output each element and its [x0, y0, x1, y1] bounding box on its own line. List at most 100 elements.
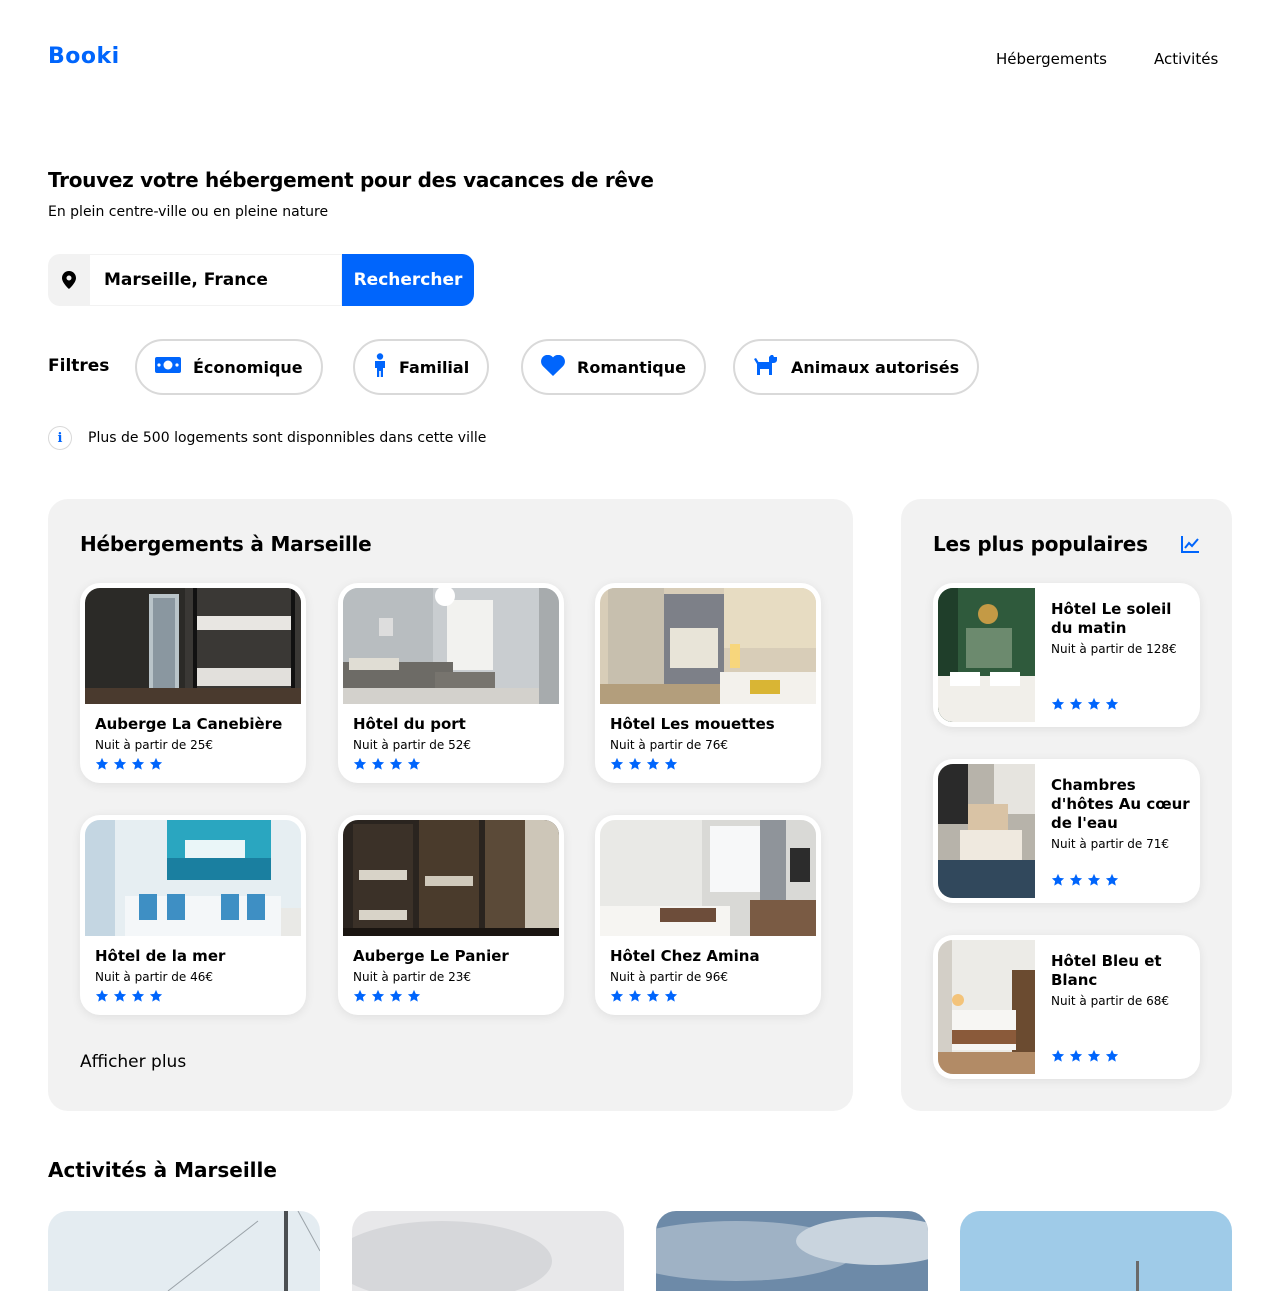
rating-stars — [353, 988, 559, 1007]
star-icon — [628, 988, 642, 1007]
rating-stars — [95, 988, 301, 1007]
search-input[interactable]: Marseille, France — [90, 254, 342, 306]
rating-stars — [353, 756, 559, 775]
trend-chart-icon — [1181, 535, 1200, 557]
popular-price: Nuit à partir de 71€ — [1051, 837, 1170, 851]
rating-stars — [1051, 872, 1119, 891]
filter-label: Familial — [399, 357, 470, 377]
lodging-card[interactable]: Hôtel Chez Amina Nuit à partir de 96€ — [595, 815, 821, 1015]
star-icon — [664, 756, 678, 775]
popular-card[interactable]: Chambres d'hôtes Au cœur de l'eau Nuit à… — [933, 759, 1200, 903]
lodging-card[interactable]: Auberge La Canebière Nuit à partir de 25… — [80, 583, 306, 783]
star-icon — [371, 988, 385, 1007]
star-icon — [1051, 872, 1065, 891]
activity-card[interactable] — [656, 1211, 928, 1291]
star-icon — [1087, 872, 1101, 891]
star-icon — [95, 756, 109, 775]
star-icon — [1105, 1048, 1119, 1067]
search-bar: Marseille, France Rechercher — [48, 254, 474, 306]
star-icon — [610, 756, 624, 775]
filter-economique[interactable]: Économique — [135, 339, 323, 395]
popular-title: Les plus populaires — [933, 532, 1148, 556]
filters-label: Filtres — [48, 356, 110, 376]
lodging-photo — [85, 820, 301, 936]
filter-familial[interactable]: Familial — [353, 339, 490, 395]
info-text: Plus de 500 logements sont disponnibles … — [88, 430, 487, 446]
lodging-photo — [343, 588, 559, 704]
star-icon — [149, 988, 163, 1007]
star-icon — [131, 756, 145, 775]
nav-link-activites[interactable]: Activités — [1154, 50, 1218, 68]
star-icon — [353, 988, 367, 1007]
star-icon — [646, 756, 660, 775]
nav-link-hebergements[interactable]: Hébergements — [996, 50, 1107, 68]
star-icon — [113, 988, 127, 1007]
lodging-photo — [600, 820, 816, 936]
activity-photo — [352, 1211, 624, 1291]
booki-logo[interactable]: Booki — [48, 44, 120, 69]
activity-card[interactable] — [352, 1211, 624, 1291]
star-icon — [95, 988, 109, 1007]
rating-stars — [610, 756, 816, 775]
activity-photo — [48, 1211, 320, 1291]
star-icon — [1069, 872, 1083, 891]
rating-stars — [610, 988, 816, 1007]
popular-name: Hôtel Le soleil du matin — [1051, 600, 1172, 637]
lodging-price: Nuit à partir de 96€ — [610, 970, 729, 984]
lodging-name: Auberge Le Panier — [353, 947, 509, 965]
star-icon — [664, 988, 678, 1007]
star-icon — [1105, 696, 1119, 715]
search-button[interactable]: Rechercher — [342, 254, 474, 306]
show-more-link[interactable]: Afficher plus — [80, 1052, 186, 1072]
star-icon — [610, 988, 624, 1007]
star-icon — [1087, 1048, 1101, 1067]
lodging-card[interactable]: Hôtel du port Nuit à partir de 52€ — [338, 583, 564, 783]
filter-label: Animaux autorisés — [791, 357, 960, 377]
popular-card[interactable]: Hôtel Le soleil du matin Nuit à partir d… — [933, 583, 1200, 727]
star-icon — [353, 756, 367, 775]
lodging-card[interactable]: Auberge Le Panier Nuit à partir de 23€ — [338, 815, 564, 1015]
hero-subtitle: En plein centre-ville ou en pleine natur… — [48, 204, 329, 220]
lodging-price: Nuit à partir de 52€ — [353, 738, 472, 752]
star-icon — [407, 756, 421, 775]
popular-card[interactable]: Hôtel Bleu et Blanc Nuit à partir de 68€ — [933, 935, 1200, 1079]
star-icon — [1069, 696, 1083, 715]
star-icon — [131, 988, 145, 1007]
popular-price: Nuit à partir de 68€ — [1051, 994, 1170, 1008]
activity-card[interactable] — [960, 1211, 1232, 1291]
star-icon — [389, 756, 403, 775]
lodging-card[interactable]: Hôtel de la mer Nuit à partir de 46€ — [80, 815, 306, 1015]
star-icon — [1105, 872, 1119, 891]
rating-stars — [1051, 1048, 1119, 1067]
star-icon — [1087, 696, 1101, 715]
lodging-photo — [85, 588, 301, 704]
lodging-card[interactable]: Hôtel Les mouettes Nuit à partir de 76€ — [595, 583, 821, 783]
activities-title: Activités à Marseille — [48, 1158, 277, 1182]
heart-icon — [541, 354, 565, 380]
popular-photo — [938, 764, 1035, 898]
lodging-name: Auberge La Canebière — [95, 715, 283, 733]
location-pin-icon — [48, 254, 90, 306]
popular-price: Nuit à partir de 128€ — [1051, 642, 1177, 656]
lodging-price: Nuit à partir de 23€ — [353, 970, 472, 984]
info-banner: i Plus de 500 logements sont disponnible… — [48, 426, 486, 450]
star-icon — [407, 988, 421, 1007]
filter-romantique[interactable]: Romantique — [521, 339, 706, 395]
star-icon — [149, 756, 163, 775]
filter-animaux[interactable]: Animaux autorisés — [733, 339, 980, 395]
dog-icon — [753, 353, 779, 381]
lodging-name: Hôtel de la mer — [95, 947, 226, 965]
popular-photo — [938, 940, 1035, 1074]
lodging-name: Hôtel Chez Amina — [610, 947, 760, 965]
info-icon: i — [48, 426, 72, 450]
activity-card[interactable] — [48, 1211, 320, 1291]
lodging-photo — [343, 820, 559, 936]
lodging-name: Hôtel Les mouettes — [610, 715, 775, 733]
star-icon — [646, 988, 660, 1007]
star-icon — [1051, 696, 1065, 715]
rating-stars — [1051, 696, 1119, 715]
filter-label: Économique — [193, 357, 303, 377]
rating-stars — [95, 756, 301, 775]
popular-name: Chambres d'hôtes Au cœur de l'eau — [1051, 776, 1190, 832]
money-icon — [155, 355, 181, 379]
